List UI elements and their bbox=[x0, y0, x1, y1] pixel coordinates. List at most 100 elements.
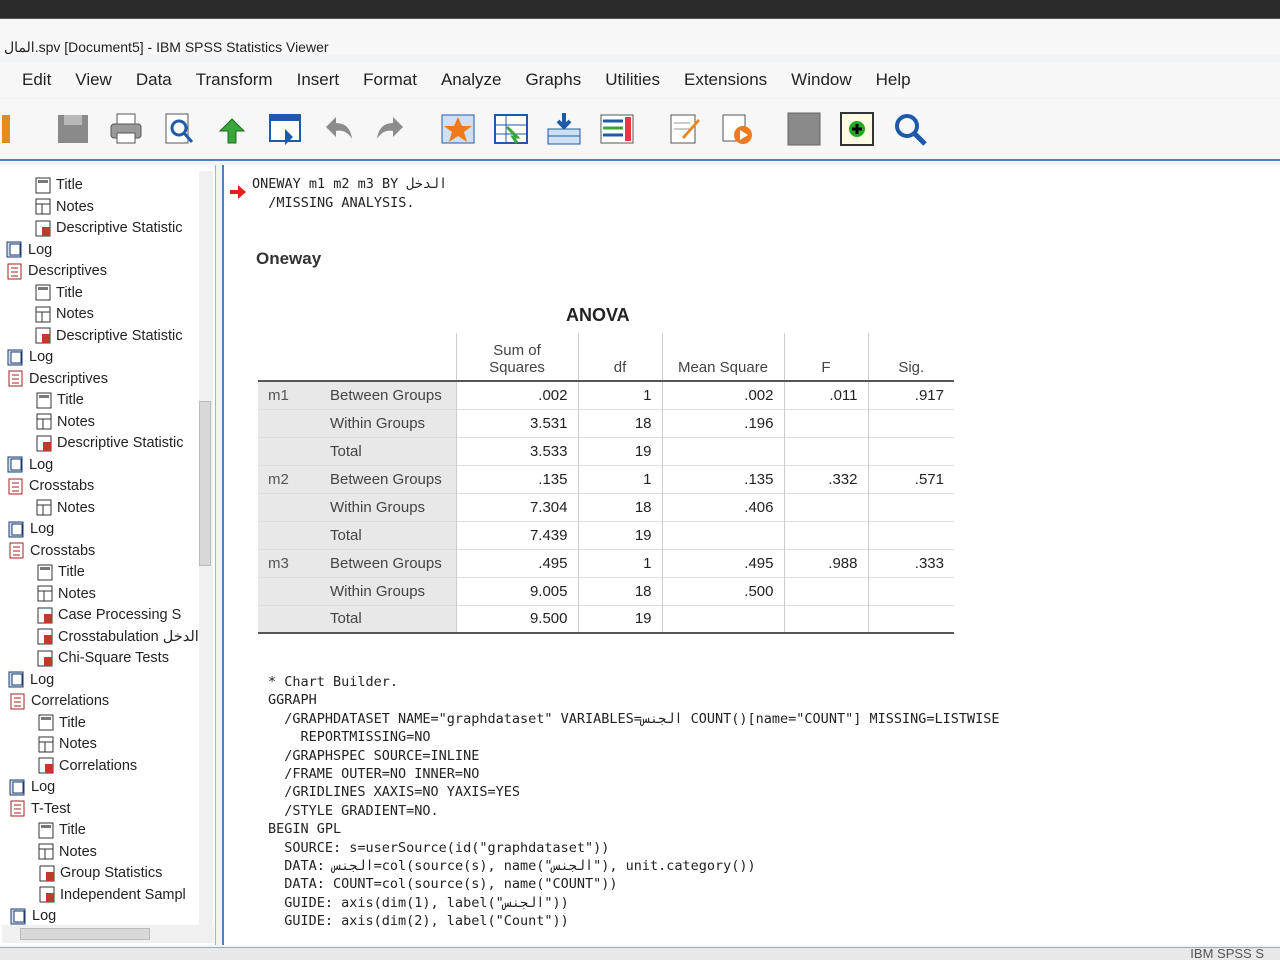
outline-item[interactable]: Notes bbox=[37, 842, 97, 862]
notes-node-icon bbox=[34, 198, 52, 215]
outline-item[interactable]: Title bbox=[36, 562, 85, 582]
outline-item[interactable]: Correlations bbox=[9, 691, 109, 711]
menu-format[interactable]: Format bbox=[363, 70, 417, 90]
outline-item[interactable]: Chi-Square Tests bbox=[36, 648, 169, 668]
outline-item[interactable]: Correlations bbox=[37, 756, 137, 776]
outline-item[interactable]: Notes bbox=[34, 304, 94, 324]
outline-item-label: Log bbox=[29, 456, 54, 473]
outline-item[interactable]: Title bbox=[34, 283, 83, 303]
outline-item[interactable]: Crosstabulation الدخل bbox=[36, 627, 199, 647]
outline-item[interactable]: Title bbox=[37, 713, 86, 733]
outline-item[interactable]: Descriptive Statistic bbox=[35, 433, 184, 453]
variables-icon[interactable] bbox=[544, 109, 584, 149]
outline-item[interactable]: Descriptive Statistic bbox=[34, 326, 183, 346]
output-outline-pane[interactable]: Title Notes Descriptive Statistic Log Descri… bbox=[0, 165, 216, 945]
outline-item[interactable]: Log bbox=[8, 670, 54, 690]
notes-node-icon bbox=[37, 843, 55, 860]
save-icon[interactable] bbox=[0, 109, 40, 149]
outline-item-label: Descriptive Statistic bbox=[56, 327, 183, 344]
outline-item-label: Notes bbox=[56, 306, 94, 322]
anova-table[interactable]: Sum of Squares df Mean Square F Sig. m1 B… bbox=[258, 333, 954, 634]
log-node-icon bbox=[8, 521, 26, 538]
outline-item[interactable]: Notes bbox=[37, 734, 97, 754]
outline-item[interactable]: Log bbox=[7, 347, 53, 367]
run-script-icon[interactable] bbox=[717, 109, 757, 149]
search-icon[interactable] bbox=[890, 109, 930, 149]
row-variable-label bbox=[258, 520, 320, 549]
menu-window[interactable]: Window bbox=[791, 70, 851, 90]
menu-edit[interactable]: Edit bbox=[22, 70, 51, 90]
outline-item[interactable]: T-Test bbox=[9, 799, 70, 819]
outline-item[interactable]: Log bbox=[9, 777, 55, 797]
outline-item-label: Notes bbox=[57, 499, 95, 516]
outline-item[interactable]: Crosstabs bbox=[7, 476, 94, 496]
outline-item[interactable]: Log bbox=[7, 455, 53, 475]
outline-item[interactable]: Notes bbox=[36, 584, 96, 604]
menu-graphs[interactable]: Graphs bbox=[525, 70, 581, 90]
export-icon[interactable] bbox=[212, 109, 252, 149]
log-node-icon bbox=[9, 779, 27, 796]
cell-mean-square: .495 bbox=[661, 548, 784, 577]
outline-item[interactable]: Crosstabs bbox=[8, 541, 95, 561]
outline-item-label: Case Processing S bbox=[58, 607, 182, 623]
table-row: m1 Between Groups .002 1.002.011.917 bbox=[258, 380, 954, 409]
disk-icon[interactable] bbox=[53, 109, 93, 149]
menu-analyze[interactable]: Analyze bbox=[441, 70, 501, 90]
goto-case-icon[interactable] bbox=[491, 109, 531, 149]
redo-icon[interactable] bbox=[371, 109, 411, 149]
table-row: Within Groups 9.005 18.500 bbox=[258, 576, 954, 605]
menu-insert[interactable]: Insert bbox=[297, 70, 340, 90]
cell-sum-of-squares: 9.500 bbox=[455, 604, 578, 634]
designate-window-icon[interactable] bbox=[664, 109, 704, 149]
outline-item[interactable]: Case Processing S bbox=[36, 605, 181, 625]
outline-item[interactable]: Title bbox=[37, 820, 86, 840]
menu-data[interactable]: Data bbox=[136, 70, 172, 90]
outline-item[interactable]: Descriptives bbox=[7, 369, 108, 389]
cell-sum-of-squares: .495 bbox=[455, 548, 578, 577]
outline-item[interactable]: Title bbox=[35, 390, 84, 410]
print-icon[interactable] bbox=[106, 109, 146, 149]
menu-utilities[interactable]: Utilities bbox=[605, 70, 660, 90]
table-row: Within Groups 7.304 18.406 bbox=[258, 492, 954, 521]
outline-item[interactable]: Log bbox=[10, 906, 56, 926]
menu-extensions[interactable]: Extensions bbox=[684, 70, 767, 90]
syntax-line: /MISSING ANALYSIS. bbox=[252, 195, 415, 211]
title-node-icon bbox=[35, 392, 53, 409]
menu-view[interactable]: View bbox=[75, 70, 112, 90]
outline-item[interactable]: Descriptive Statistic bbox=[34, 218, 183, 238]
outline-item[interactable]: Independent Sampl bbox=[38, 885, 186, 905]
create-icon[interactable] bbox=[837, 109, 877, 149]
menu-transform[interactable]: Transform bbox=[196, 70, 273, 90]
cell-sig: .917 bbox=[867, 380, 954, 409]
select-icon[interactable] bbox=[784, 109, 824, 149]
outline-item[interactable]: Log bbox=[8, 519, 54, 539]
goto-data-icon[interactable] bbox=[438, 109, 478, 149]
syntax-log-oneway: ONEWAY m1 m2 m3 BY الدخل /MISSING ANALYS… bbox=[252, 175, 447, 213]
outline-item-label: Log bbox=[30, 671, 55, 688]
outline-item-label: Correlations bbox=[59, 757, 138, 774]
outline-item-label: Crosstabs bbox=[29, 478, 95, 494]
outline-item-label: Title bbox=[57, 392, 84, 408]
cell-mean-square: .406 bbox=[661, 492, 784, 521]
outline-item[interactable]: Notes bbox=[35, 412, 95, 432]
table-row: Total 3.533 19 bbox=[258, 436, 954, 465]
insert-output-icon[interactable] bbox=[597, 109, 637, 149]
outline-item[interactable]: Log bbox=[6, 240, 52, 260]
outline-scroll-thumb[interactable] bbox=[199, 401, 211, 566]
undo-icon[interactable] bbox=[318, 109, 358, 149]
outline-item[interactable]: Descriptives bbox=[6, 261, 107, 281]
outline-item[interactable]: Notes bbox=[35, 498, 95, 518]
outline-item[interactable]: Title bbox=[34, 175, 83, 195]
outline-item[interactable]: Notes bbox=[34, 197, 94, 217]
row-group-label: Within Groups bbox=[320, 408, 456, 437]
menu-help[interactable]: Help bbox=[876, 70, 911, 90]
cell-df: 18 bbox=[577, 576, 662, 605]
table-row: Within Groups 3.531 18.196 bbox=[258, 408, 954, 437]
cell-df: 19 bbox=[577, 604, 662, 634]
col-header-f: F bbox=[783, 333, 868, 382]
outline-item[interactable]: Group Statistics bbox=[38, 863, 162, 883]
print-preview-icon[interactable] bbox=[159, 109, 199, 149]
outline-hscroll-thumb[interactable] bbox=[20, 928, 150, 940]
output-content-pane[interactable]: ONEWAY m1 m2 m3 BY الدخل /MISSING ANALYS… bbox=[222, 165, 1280, 945]
recall-dialog-icon[interactable] bbox=[265, 109, 305, 149]
